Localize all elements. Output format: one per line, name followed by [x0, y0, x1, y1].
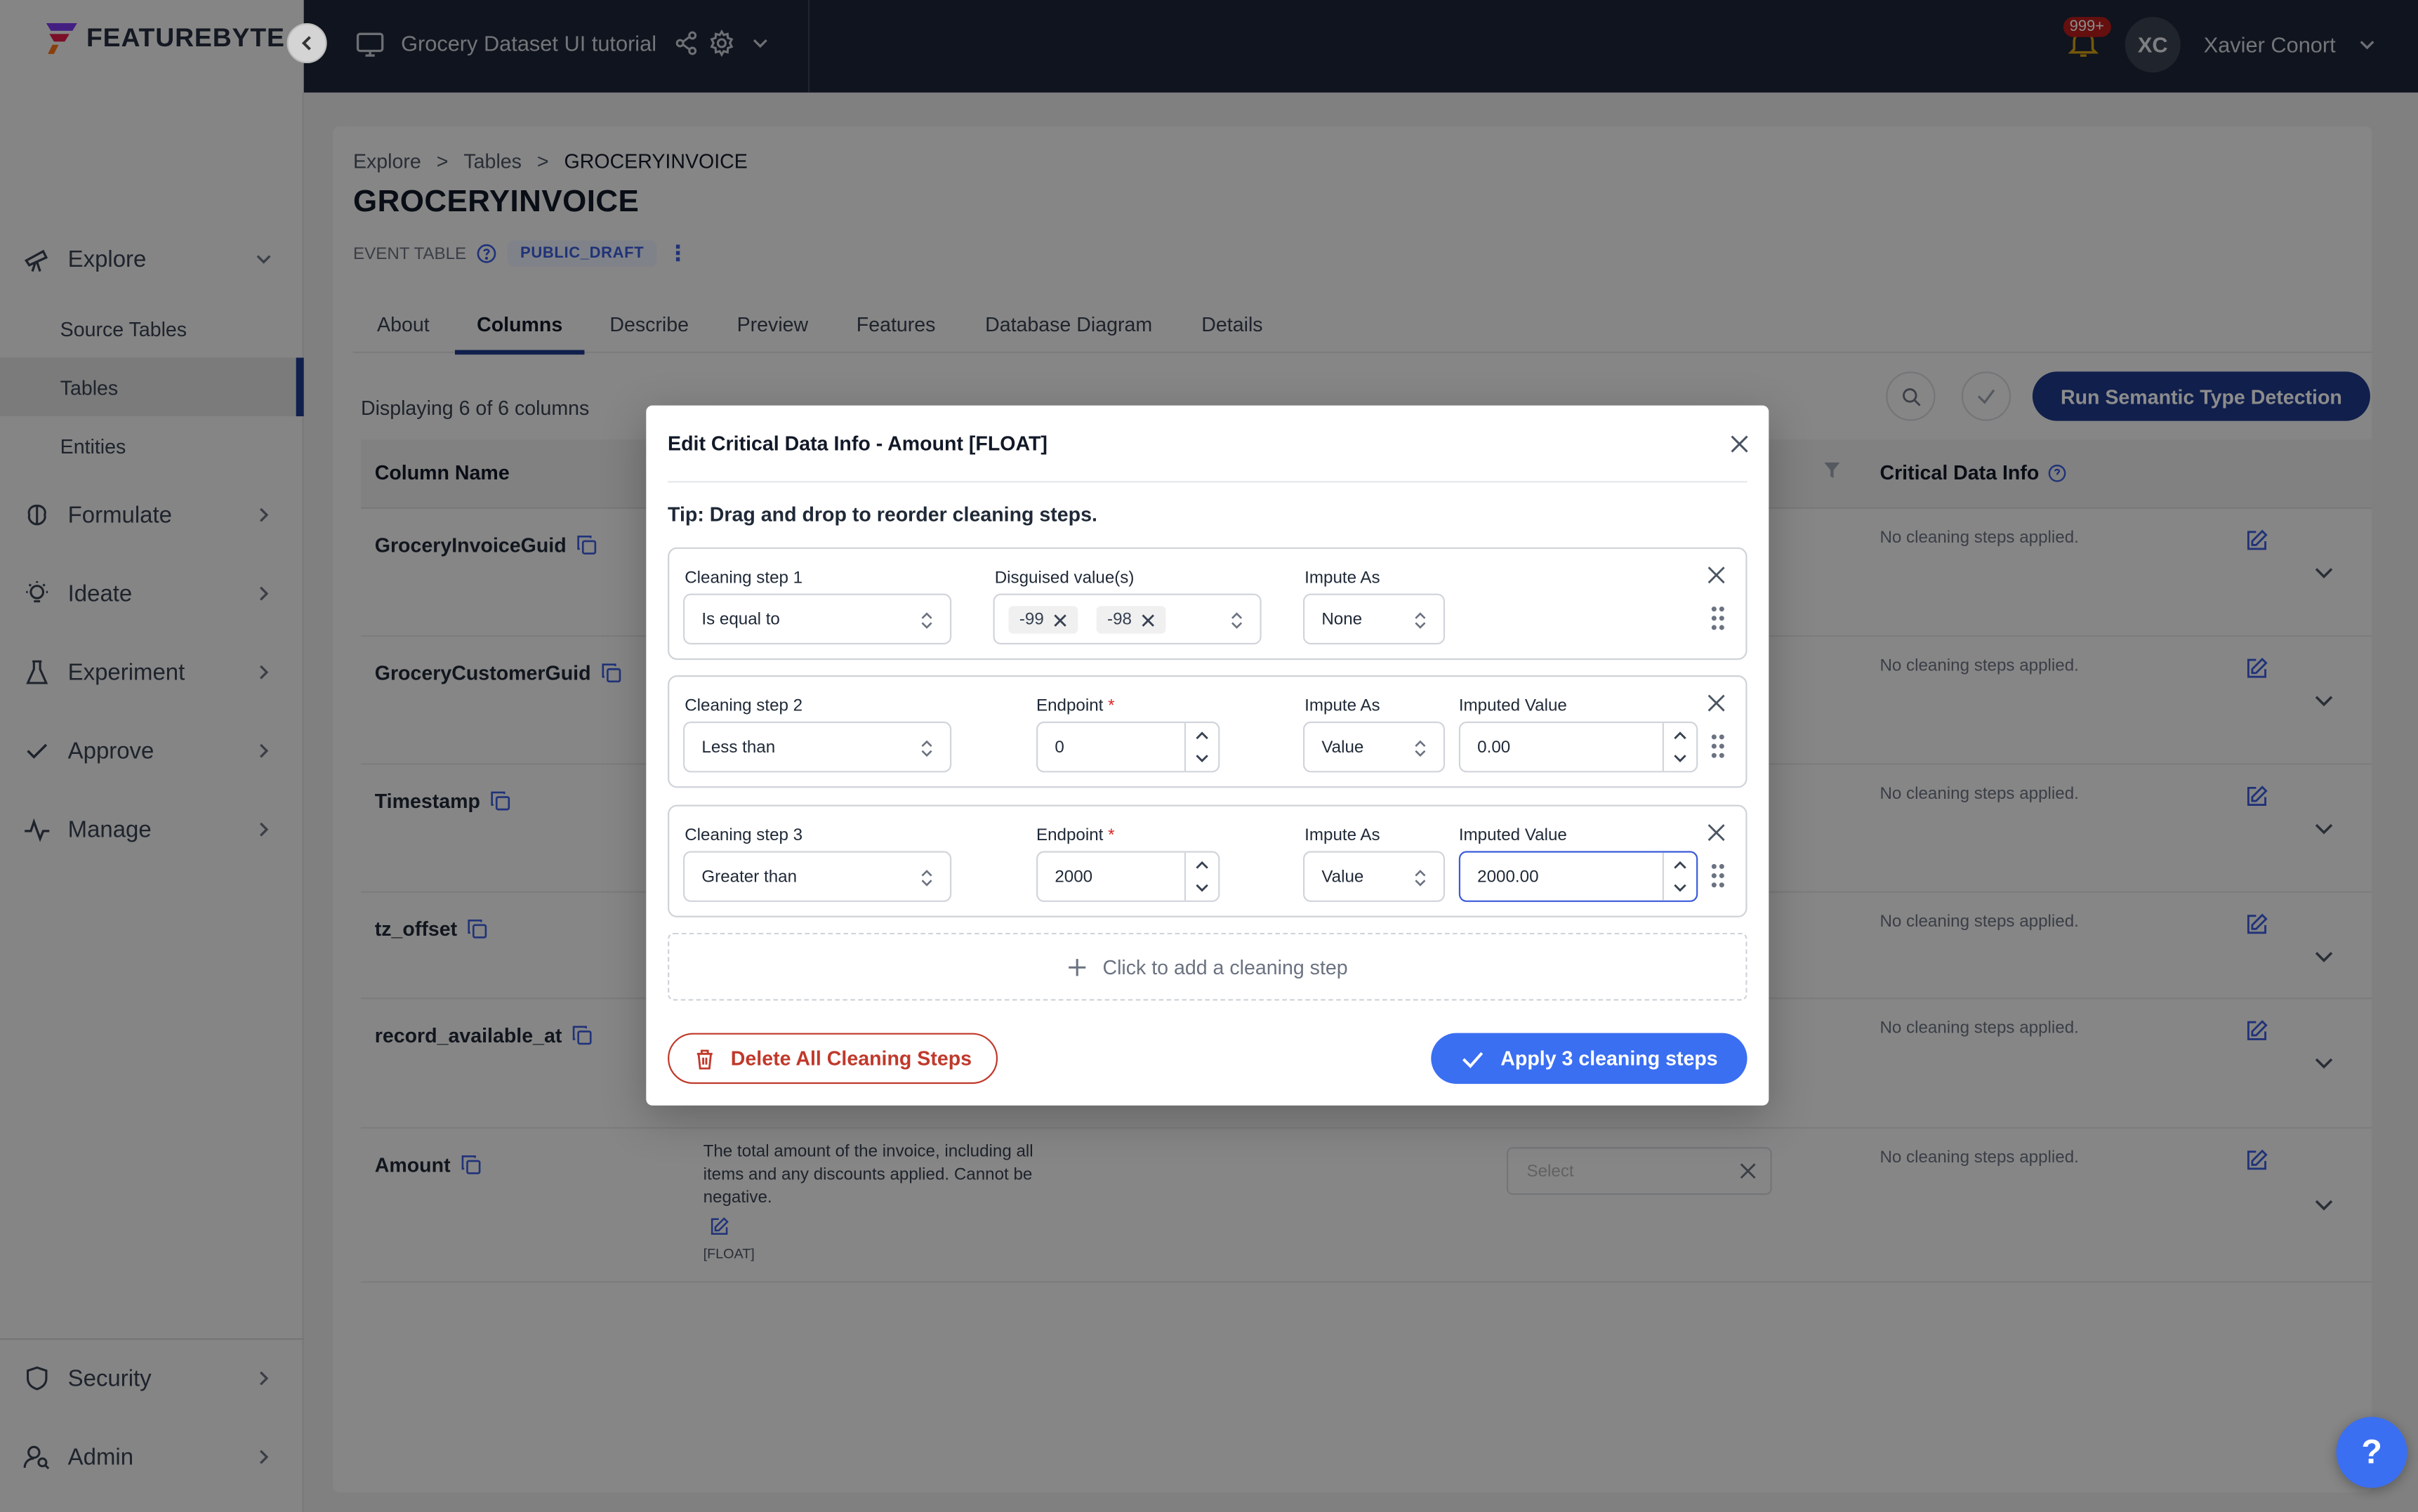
- chevron-updown-icon: [1415, 740, 1426, 757]
- chevron-down-icon[interactable]: [1194, 879, 1210, 896]
- impute-label: Impute As: [1304, 569, 1380, 588]
- app-root: FEATUREBYTE Explore Source Tables Tables…: [0, 0, 2418, 1512]
- endpoint-value: 0: [1055, 738, 1064, 757]
- check-icon: [1462, 1051, 1484, 1068]
- endpoint-input[interactable]: 0: [1036, 721, 1220, 773]
- impute-value: Value: [1321, 868, 1364, 887]
- modal-tip: Tip: Drag and drop to reorder cleaning s…: [668, 503, 1097, 526]
- apply-label: Apply 3 cleaning steps: [1500, 1047, 1718, 1070]
- value-tag: -98: [1096, 606, 1166, 634]
- chevron-updown-icon: [1415, 612, 1426, 629]
- modal-title: Edit Critical Data Info - Amount [FLOAT]: [668, 432, 1048, 455]
- chevron-updown-icon: [1415, 870, 1426, 887]
- stepper: [1662, 723, 1696, 771]
- drag-handle-icon[interactable]: [1710, 734, 1726, 759]
- chevron-up-icon[interactable]: [1672, 857, 1689, 874]
- imputed-value: 2000.00: [1477, 868, 1539, 887]
- chevron-updown-icon: [921, 740, 932, 757]
- condition-select[interactable]: Is equal to: [683, 593, 952, 645]
- drag-handle-icon[interactable]: [1710, 863, 1726, 888]
- plus-icon: [1069, 958, 1086, 976]
- condition-value: Is equal to: [701, 610, 780, 630]
- modal-divider: [668, 481, 1748, 483]
- remove-step-icon[interactable]: [1707, 823, 1725, 842]
- values-label: Disguised value(s): [994, 569, 1135, 588]
- close-icon[interactable]: [1053, 613, 1067, 627]
- impute-value: Value: [1321, 738, 1364, 757]
- trash-icon: [696, 1049, 713, 1069]
- close-icon[interactable]: [1141, 613, 1155, 627]
- imputed-value-input[interactable]: 2000.00: [1458, 851, 1698, 902]
- value-tag: -99: [1008, 606, 1078, 634]
- endpoint-label: Endpoint *: [1036, 696, 1115, 716]
- condition-select[interactable]: Greater than: [683, 851, 952, 902]
- remove-step-icon[interactable]: [1707, 694, 1725, 712]
- chevron-up-icon[interactable]: [1194, 857, 1210, 874]
- delete-all-cleaning-steps-button[interactable]: Delete All Cleaning Steps: [668, 1033, 998, 1085]
- step-label: Cleaning step 3: [685, 826, 803, 845]
- impute-label: Impute As: [1304, 826, 1380, 845]
- endpoint-value: 2000: [1055, 868, 1093, 887]
- endpoint-input[interactable]: 2000: [1036, 851, 1220, 902]
- edit-critical-data-modal: Edit Critical Data Info - Amount [FLOAT]…: [646, 405, 1769, 1106]
- stepper: [1184, 852, 1218, 901]
- imputed-value-label: Imputed Value: [1458, 696, 1567, 716]
- delete-all-label: Delete All Cleaning Steps: [730, 1047, 972, 1070]
- close-icon[interactable]: [1729, 433, 1750, 455]
- impute-select[interactable]: Value: [1302, 851, 1446, 902]
- remove-step-icon[interactable]: [1707, 566, 1725, 584]
- help-button[interactable]: ?: [2336, 1417, 2407, 1488]
- chevron-updown-icon: [1231, 612, 1243, 629]
- imputed-value: 0.00: [1477, 738, 1511, 757]
- chevron-up-icon[interactable]: [1194, 728, 1210, 745]
- add-step-label: Click to add a cleaning step: [1102, 955, 1348, 979]
- chevron-down-icon[interactable]: [1672, 879, 1689, 896]
- cleaning-step-3: Cleaning step 3 Greater than Endpoint * …: [668, 804, 1748, 917]
- cleaning-step-2: Cleaning step 2 Less than Endpoint * 0 I…: [668, 675, 1748, 788]
- chevron-updown-icon: [921, 870, 932, 887]
- condition-value: Less than: [701, 738, 776, 757]
- impute-label: Impute As: [1304, 696, 1380, 716]
- imputed-value-label: Imputed Value: [1458, 826, 1567, 845]
- stepper: [1662, 852, 1696, 901]
- endpoint-label: Endpoint *: [1036, 826, 1115, 845]
- impute-select[interactable]: Value: [1302, 721, 1446, 773]
- disguised-values-select[interactable]: -99 -98: [993, 593, 1262, 645]
- apply-cleaning-steps-button[interactable]: Apply 3 cleaning steps: [1431, 1033, 1748, 1085]
- imputed-value-input[interactable]: 0.00: [1458, 721, 1698, 773]
- impute-select[interactable]: None: [1302, 593, 1446, 645]
- chevron-left-icon: [301, 36, 311, 51]
- chevron-down-icon[interactable]: [1672, 749, 1689, 766]
- condition-select[interactable]: Less than: [683, 721, 952, 773]
- stepper: [1184, 723, 1218, 771]
- add-cleaning-step-button[interactable]: Click to add a cleaning step: [668, 932, 1748, 1001]
- drag-handle-icon[interactable]: [1710, 606, 1726, 630]
- cleaning-step-1: Cleaning step 1 Is equal to Disguised va…: [668, 547, 1748, 661]
- collapse-sidebar-button[interactable]: [286, 22, 327, 64]
- impute-value: None: [1321, 610, 1363, 630]
- step-label: Cleaning step 2: [685, 696, 803, 716]
- chevron-down-icon[interactable]: [1194, 749, 1210, 766]
- condition-value: Greater than: [701, 868, 798, 887]
- step-label: Cleaning step 1: [685, 569, 803, 588]
- chevron-updown-icon: [921, 612, 932, 629]
- chevron-up-icon[interactable]: [1672, 728, 1689, 745]
